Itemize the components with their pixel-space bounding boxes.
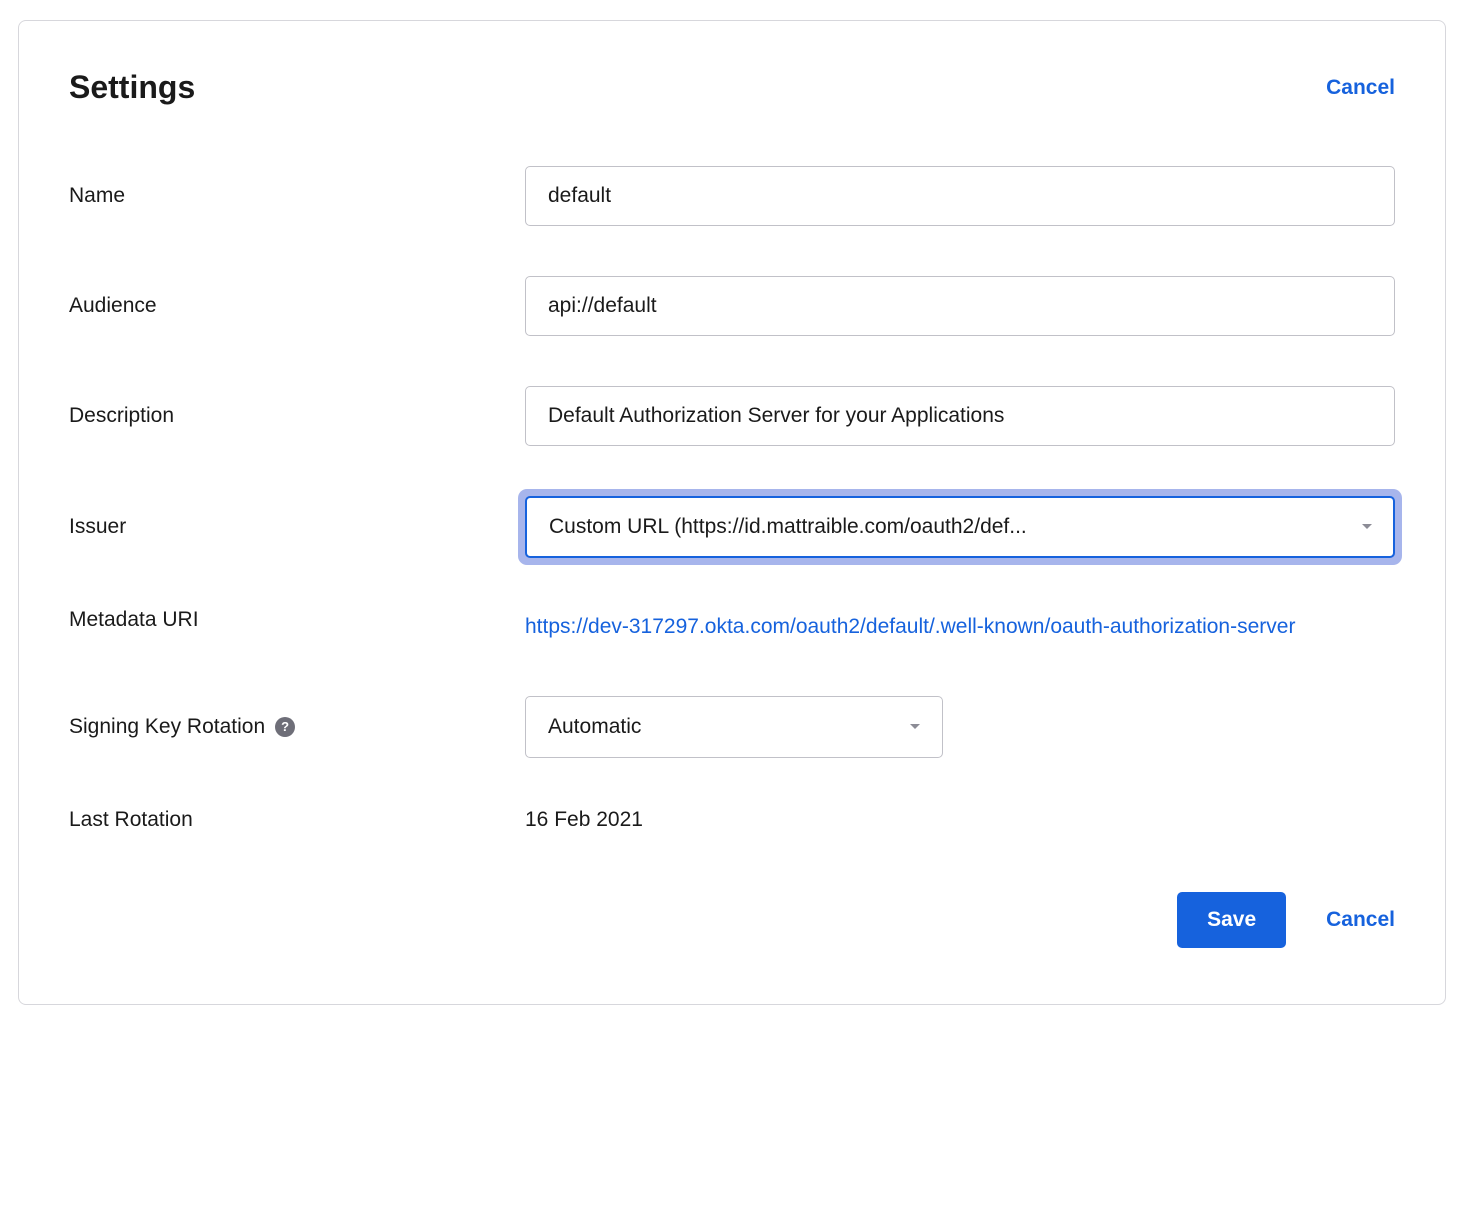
save-button[interactable]: Save bbox=[1177, 892, 1286, 948]
description-label: Description bbox=[69, 404, 525, 428]
row-metadata: Metadata URI https://dev-317297.okta.com… bbox=[69, 608, 1395, 646]
signing-select-value: Automatic bbox=[548, 715, 641, 739]
header-cancel-link[interactable]: Cancel bbox=[1326, 76, 1395, 100]
description-input[interactable] bbox=[525, 386, 1395, 446]
row-issuer: Issuer Custom URL (https://id.mattraible… bbox=[69, 496, 1395, 558]
footer-cancel-link[interactable]: Cancel bbox=[1326, 908, 1395, 932]
row-signing: Signing Key Rotation ? Automatic bbox=[69, 696, 1395, 758]
row-audience: Audience bbox=[69, 276, 1395, 336]
row-name: Name bbox=[69, 166, 1395, 226]
issuer-select[interactable]: Custom URL (https://id.mattraible.com/oa… bbox=[525, 496, 1395, 558]
last-rotation-label: Last Rotation bbox=[69, 808, 525, 832]
metadata-label: Metadata URI bbox=[69, 608, 525, 632]
help-icon[interactable]: ? bbox=[275, 717, 295, 737]
name-input[interactable] bbox=[525, 166, 1395, 226]
audience-input[interactable] bbox=[525, 276, 1395, 336]
issuer-select-value: Custom URL (https://id.mattraible.com/oa… bbox=[549, 515, 1027, 539]
row-description: Description bbox=[69, 386, 1395, 446]
panel-header: Settings Cancel bbox=[69, 69, 1395, 106]
name-label: Name bbox=[69, 184, 525, 208]
metadata-uri-link[interactable]: https://dev-317297.okta.com/oauth2/defau… bbox=[525, 615, 1295, 638]
last-rotation-value: 16 Feb 2021 bbox=[525, 808, 643, 831]
row-last-rotation: Last Rotation 16 Feb 2021 bbox=[69, 808, 1395, 832]
signing-select[interactable]: Automatic bbox=[525, 696, 943, 758]
issuer-label: Issuer bbox=[69, 515, 525, 539]
actions-bar: Save Cancel bbox=[69, 892, 1395, 948]
settings-panel: Settings Cancel Name Audience Descriptio… bbox=[18, 20, 1446, 1005]
panel-title: Settings bbox=[69, 69, 195, 106]
audience-label: Audience bbox=[69, 294, 525, 318]
signing-label: Signing Key Rotation bbox=[69, 715, 265, 739]
